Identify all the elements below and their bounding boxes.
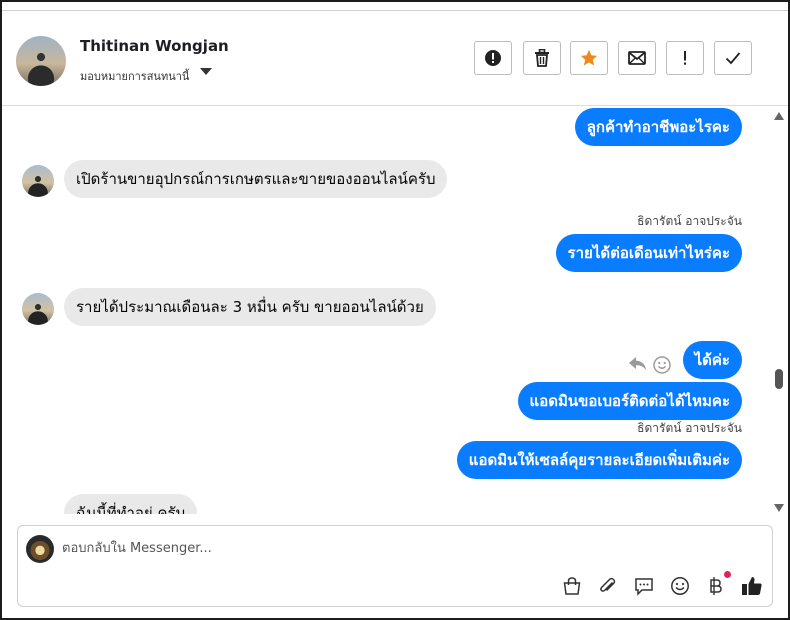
- shopping-bag-button[interactable]: [560, 574, 584, 598]
- paperclip-icon: [600, 577, 616, 592]
- contact-avatar-small: [22, 293, 54, 325]
- message-bubble-outgoing[interactable]: รายได้ต่อเดือนเท่าไหร่คะ: [555, 234, 742, 272]
- chevron-down-icon[interactable]: [200, 68, 212, 75]
- envelope-icon: [628, 51, 646, 65]
- scrollbar-thumb[interactable]: [775, 369, 783, 389]
- reply-input[interactable]: [62, 538, 662, 558]
- messenger-window: Thitinan Wongjan มอบหมายการสนทนานี้ ลูกค…: [0, 0, 790, 620]
- reply-composer: [17, 525, 773, 607]
- smiley-icon: [671, 577, 689, 595]
- report-spam-button[interactable]: [474, 41, 512, 75]
- message-bubble-incoming[interactable]: รายได้ประมาณเดือนละ 3 หมื่น ครับ ขายออนไ…: [64, 288, 436, 326]
- star-icon: [580, 49, 598, 66]
- message-bubble-outgoing[interactable]: ได้ค่ะ: [682, 341, 742, 379]
- star-button[interactable]: [570, 41, 608, 75]
- sender-name: ธิดารัตน์ อาจประจัน: [637, 421, 742, 435]
- saved-replies-button[interactable]: [632, 574, 656, 598]
- follow-up-button[interactable]: [666, 41, 704, 75]
- assign-conversation-link[interactable]: มอบหมายการสนทนานี้: [80, 67, 189, 85]
- scroll-up-arrow[interactable]: [774, 112, 784, 120]
- mark-unread-button[interactable]: [618, 41, 656, 75]
- delete-button[interactable]: [523, 41, 561, 75]
- message-bubble-outgoing[interactable]: ลูกค้าทำอาชีพอะไรคะ: [574, 108, 742, 146]
- contact-avatar-small: [22, 165, 54, 197]
- contact-avatar[interactable]: [16, 36, 66, 86]
- react-smiley-icon[interactable]: [653, 356, 671, 374]
- conversation-header: Thitinan Wongjan มอบหมายการสนทนานี้: [2, 11, 788, 106]
- contact-name[interactable]: Thitinan Wongjan: [80, 37, 229, 55]
- shopping-bag-icon: [563, 577, 581, 595]
- like-button[interactable]: [740, 574, 764, 598]
- trash-icon: [535, 49, 549, 67]
- message-bubble-incoming[interactable]: ฉันนี้ที่ทำอยู่ ครับ: [64, 494, 198, 514]
- thumbs-up-icon: [742, 577, 762, 595]
- mark-done-button[interactable]: [714, 41, 752, 75]
- message-bubble-outgoing[interactable]: แอดมินให้เซลล์คุยรายละเอียดเพิ่มเติมค่ะ: [456, 441, 742, 479]
- chat-bubble-icon: [635, 578, 653, 596]
- emoji-button[interactable]: [668, 574, 692, 598]
- exclamation-circle-icon: [485, 50, 501, 66]
- sender-name: ธิดารัตน์ อาจประจัน: [637, 214, 742, 228]
- message-thread: ลูกค้าทำอาชีพอะไรคะ เปิดร้านขายอุปกรณ์กา…: [2, 106, 788, 514]
- page-avatar: [26, 535, 54, 563]
- notification-dot: [724, 571, 731, 578]
- reply-icon[interactable]: [628, 356, 648, 372]
- checkmark-icon: [725, 52, 741, 65]
- exclamation-icon: [684, 51, 686, 65]
- scroll-down-arrow[interactable]: [774, 504, 784, 512]
- payment-button[interactable]: [704, 574, 728, 598]
- attach-file-button[interactable]: [596, 574, 620, 598]
- message-bubble-incoming[interactable]: เปิดร้านขายอุปกรณ์การเกษตรและขายของออนไล…: [64, 160, 448, 198]
- baht-icon: [710, 577, 722, 595]
- message-bubble-outgoing[interactable]: แอดมินขอเบอร์ติดต่อได้ไหมคะ: [517, 382, 742, 420]
